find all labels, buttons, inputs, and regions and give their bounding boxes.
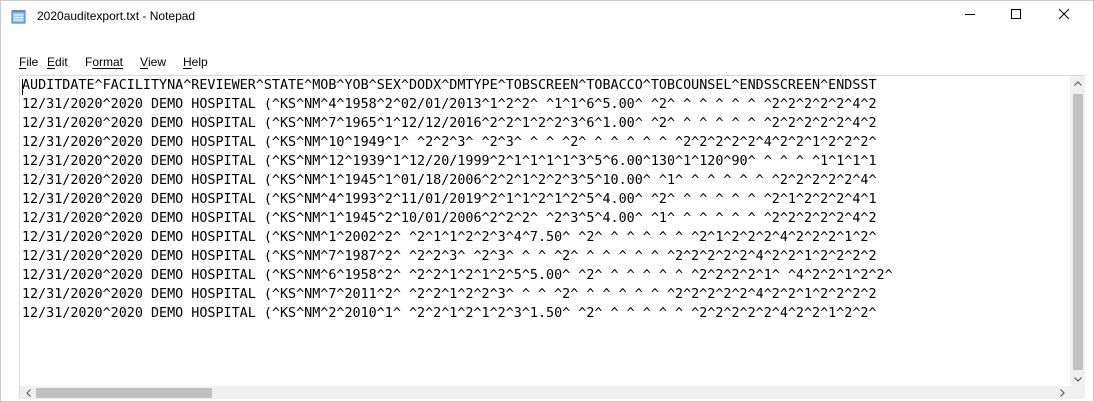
close-button[interactable] [1041,1,1087,31]
notepad-window: 2020auditexport.txt - Notepad File Edit … [0,0,1094,402]
scroll-left-arrow-icon[interactable] [20,386,36,399]
text-line-header: AUDITDATE^FACILITYNA^REVIEWER^STATE^MOB^… [22,78,877,93]
text-line: 12/31/2020^2020 DEMO HOSPITAL (^KS^NM^1^… [22,173,877,188]
text-line: 12/31/2020^2020 DEMO HOSPITAL (^KS^NM^10… [22,135,877,150]
close-icon [1058,7,1070,25]
vertical-scrollbar[interactable] [1070,76,1085,386]
menu-bar: File Edit Format View Help [1,52,1093,72]
text-caret [22,79,23,95]
notepad-icon [11,9,27,24]
scroll-down-arrow-icon[interactable] [1070,372,1085,386]
text-line: 12/31/2020^2020 DEMO HOSPITAL (^KS^NM^4^… [22,192,877,207]
window-title: 2020auditexport.txt - Notepad [37,9,196,23]
text-line: 12/31/2020^2020 DEMO HOSPITAL (^KS^NM^2^… [22,306,877,321]
text-line: 12/31/2020^2020 DEMO HOSPITAL (^KS^NM^7^… [22,249,877,264]
text-line: 12/31/2020^2020 DEMO HOSPITAL (^KS^NM^12… [22,154,877,169]
maximize-icon [1010,7,1022,25]
text-line: 12/31/2020^2020 DEMO HOSPITAL (^KS^NM^7^… [22,287,877,302]
text-line: 12/31/2020^2020 DEMO HOSPITAL (^KS^NM^4^… [22,97,877,112]
menu-view[interactable]: View [140,55,166,69]
text-line: 12/31/2020^2020 DEMO HOSPITAL (^KS^NM^1^… [22,230,877,245]
text-editor[interactable]: AUDITDATE^FACILITYNA^REVIEWER^STATE^MOB^… [19,75,1085,399]
text-line: 12/31/2020^2020 DEMO HOSPITAL (^KS^NM^7^… [22,116,877,131]
maximize-button[interactable] [993,1,1039,31]
menu-help[interactable]: Help [183,55,208,69]
text-content[interactable]: AUDITDATE^FACILITYNA^REVIEWER^STATE^MOB^… [20,76,1070,386]
horizontal-scroll-thumb[interactable] [36,388,212,398]
menu-file[interactable]: File [19,55,38,69]
title-bar[interactable]: 2020auditexport.txt - Notepad [1,1,1093,31]
scrollbar-corner [1070,386,1085,399]
scroll-up-arrow-icon[interactable] [1070,76,1085,90]
vertical-scroll-thumb[interactable] [1073,94,1083,370]
horizontal-scrollbar[interactable] [20,386,1070,399]
text-line: 12/31/2020^2020 DEMO HOSPITAL (^KS^NM^6^… [22,268,893,283]
minimize-button[interactable] [947,1,993,31]
menu-format[interactable]: Format [85,55,123,69]
text-line: 12/31/2020^2020 DEMO HOSPITAL (^KS^NM^1^… [22,211,877,226]
scroll-right-arrow-icon[interactable] [1054,386,1070,399]
menu-edit[interactable]: Edit [47,55,68,69]
minimize-icon [964,7,976,25]
